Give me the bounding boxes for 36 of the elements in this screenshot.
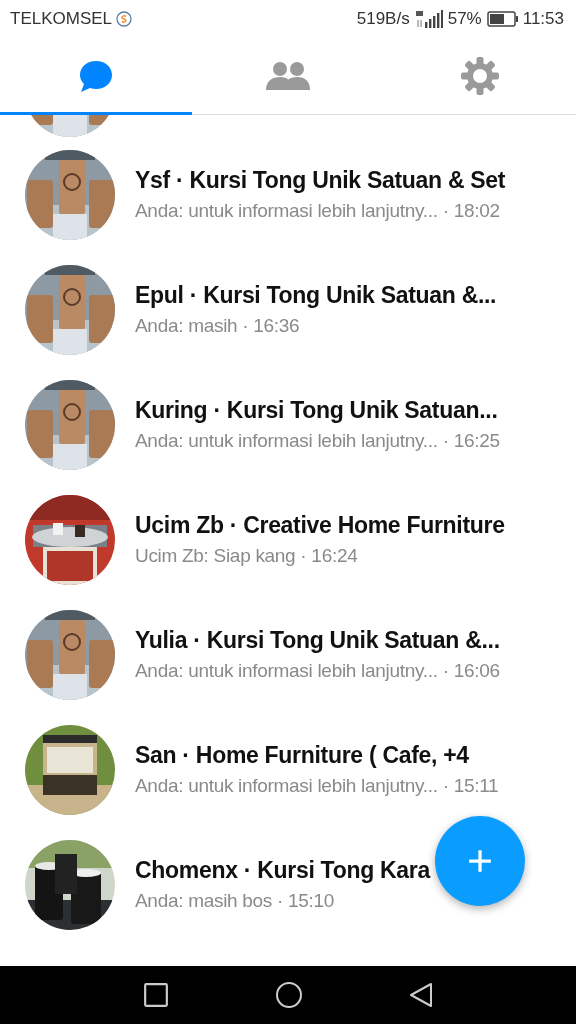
conversation-title: Ysf · Kursi Tong Unik Satuan & Set (135, 167, 506, 194)
conversation-title: Yulia · Kursi Tong Unik Satuan &... (135, 627, 500, 654)
conversation-title: Ucim Zb · Creative Home Furniture (135, 512, 505, 539)
new-message-button[interactable] (435, 816, 525, 906)
message-preview: Ucim Zb: Siap kang · 16:24 (135, 545, 359, 567)
battery-percent: 57% (447, 9, 482, 29)
conversation-title: Kuring · Kursi Tong Unik Satuan... (135, 397, 499, 424)
message-preview: Anda: masih · 16:36 (135, 315, 301, 337)
carrier-name: TELKOMSEL (10, 9, 113, 29)
back-icon[interactable] (409, 982, 433, 1008)
message-preview: Anda: masih bos · 15:10 (135, 890, 336, 912)
conversation-title: Chomenx · Kursi Tong Kara (135, 857, 430, 884)
conversation-row[interactable]: Ucim Zb · Creative Home Furniture Ucim Zb: Siap kang · 16:24 (0, 482, 576, 597)
clock: 11:53 (522, 9, 564, 29)
message-preview: Anda: untuk informasi lebih lanjutny... · 16:25 (135, 430, 500, 452)
message-preview: Anda: untuk informasi lebih lanjutny... · 16:06 (135, 660, 500, 682)
conversation-title: San · Home Furniture ( Cafe, +4 (135, 742, 470, 769)
network-speed: 519B/s (356, 9, 410, 29)
conversation-row[interactable]: Yulia · Kursi Tong Unik Satuan &... Anda: untuk informasi lebih lanjutny... · 16:06 (0, 597, 576, 712)
plus-icon (467, 848, 493, 874)
conversation-row[interactable]: Ysf · Kursi Tong Unik Satuan & Set Anda: untuk informasi lebih lanjutny... · 18:02 (0, 137, 576, 252)
message-preview: Anda: untuk informasi lebih lanjutny... · 18:02 (135, 200, 501, 222)
conversation-row[interactable]: Chomenx · Kursi Tong Kara Anda: masih bos · 15:10 (0, 827, 576, 942)
battery-icon (486, 11, 518, 27)
conversation-title: Epul · Kursi Tong Unik Satuan &... (135, 282, 497, 309)
signal-icon (414, 10, 443, 28)
people-icon[interactable] (266, 60, 310, 92)
settings-icon[interactable] (461, 57, 499, 95)
conversation-row[interactable]: Epul · Kursi Tong Unik Satuan &... Anda: masih · 16:36 (0, 252, 576, 367)
recents-icon[interactable] (143, 982, 169, 1008)
sim-icon (116, 11, 133, 27)
conversation-row[interactable]: San · Home Furniture ( Cafe, +4 Anda: untuk informasi lebih lanjutny... · 15:11 (0, 712, 576, 827)
message-preview: Anda: untuk informasi lebih lanjutny... · 15:11 (135, 775, 499, 797)
home-icon[interactable] (275, 981, 303, 1009)
chat-bubble-icon[interactable] (78, 59, 114, 93)
conversation-row[interactable]: Kuring · Kursi Tong Unik Satuan... Anda: untuk informasi lebih lanjutny... · 16:25 (0, 367, 576, 482)
